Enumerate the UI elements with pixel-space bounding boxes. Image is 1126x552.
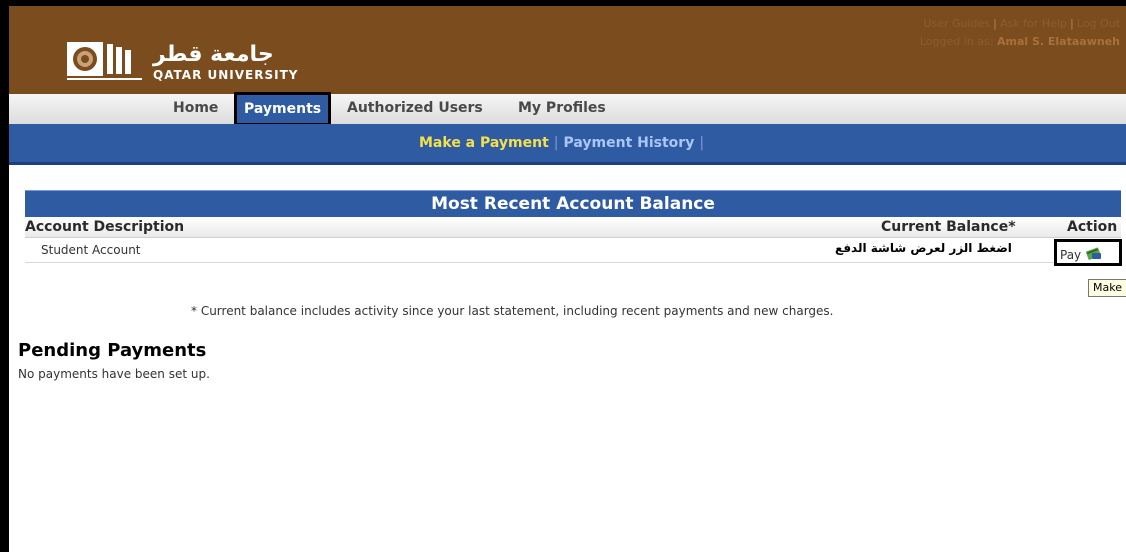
user-guides-link[interactable]: User Guides bbox=[923, 17, 990, 30]
table-row: Student Account اضغط الزر لعرض شاشة الدف… bbox=[25, 238, 1121, 263]
main-nav: Home Payments Authorized Users My Profil… bbox=[9, 92, 1126, 126]
nav-payments-label: Payments bbox=[244, 101, 322, 117]
link-separator: | bbox=[993, 17, 998, 30]
user-links: User Guides | Ask for Help | Log Out Logged … bbox=[920, 15, 1120, 51]
nav-payments[interactable]: Payments bbox=[234, 92, 331, 126]
link-separator: | bbox=[1069, 17, 1074, 30]
subnav-separator: | bbox=[553, 135, 559, 151]
pay-button[interactable]: Pay bbox=[1054, 239, 1122, 266]
log-out-link[interactable]: Log Out bbox=[1077, 17, 1120, 30]
pay-button-label: Pay bbox=[1060, 248, 1082, 262]
pay-instruction-annotation: اضغط الزر لعرض شاشة الدفع bbox=[835, 241, 1012, 255]
ask-for-help-link[interactable]: Ask for Help bbox=[1000, 17, 1067, 30]
pending-payments-note: No payments have been set up. bbox=[18, 367, 210, 381]
user-name: Amal S. Elataawneh bbox=[996, 35, 1120, 48]
logo-english-text: QATAR UNIVERSITY bbox=[153, 68, 299, 82]
payment-history-link[interactable]: Payment History bbox=[564, 135, 695, 151]
column-action: Action bbox=[1067, 219, 1118, 235]
sub-nav: Make a Payment | Payment History | bbox=[9, 124, 1126, 165]
subnav-separator: | bbox=[699, 135, 705, 151]
balance-table-title: Most Recent Account Balance bbox=[25, 190, 1121, 217]
pending-payments-heading: Pending Payments bbox=[18, 340, 207, 361]
account-balance-table: Most Recent Account Balance Account Desc… bbox=[25, 190, 1122, 266]
logged-in-label: Logged in as: bbox=[919, 35, 994, 48]
balance-footnote: * Current balance includes activity sinc… bbox=[191, 304, 834, 318]
qatar-university-logo[interactable]: جامعة قطر QATAR UNIVERSITY bbox=[67, 42, 307, 86]
logo-underline bbox=[67, 78, 142, 80]
logo-arabic-text: جامعة قطر bbox=[153, 42, 274, 67]
nav-authorized-users[interactable]: Authorized Users bbox=[347, 100, 483, 116]
column-account-description: Account Description bbox=[25, 219, 185, 235]
credit-card-icon bbox=[1086, 247, 1101, 260]
window-frame-left bbox=[0, 0, 9, 552]
make-a-payment-link[interactable]: Make a Payment bbox=[419, 135, 549, 151]
nav-home[interactable]: Home bbox=[173, 100, 218, 116]
site-header: جامعة قطر QATAR UNIVERSITY User Guides | A… bbox=[9, 6, 1126, 94]
nav-my-profiles[interactable]: My Profiles bbox=[518, 100, 606, 116]
university-tower-icon bbox=[107, 44, 131, 74]
table-header-row: Account Description Current Balance* Act… bbox=[25, 217, 1121, 238]
university-emblem-icon bbox=[67, 42, 103, 76]
pay-button-tooltip: Make a bbox=[1088, 279, 1126, 297]
column-current-balance: Current Balance* bbox=[881, 219, 1016, 235]
account-description-cell: Student Account bbox=[41, 243, 141, 257]
